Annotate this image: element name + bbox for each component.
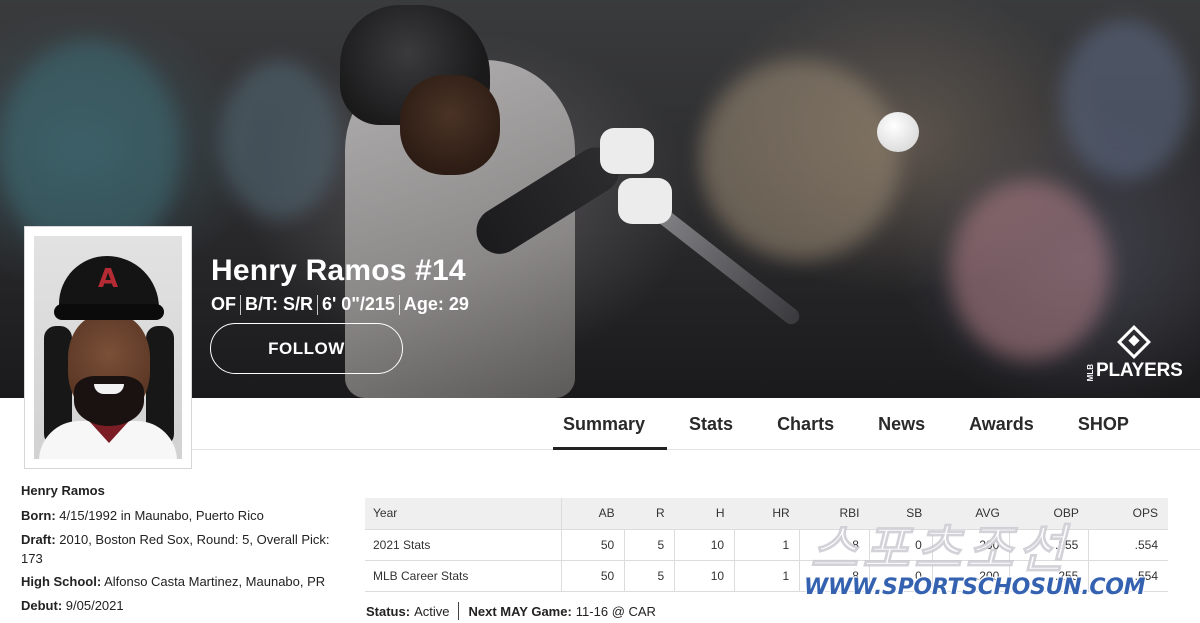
bio-draft-label: Draft:	[21, 531, 56, 547]
player-name: Henry Ramos #14	[211, 254, 466, 287]
crowd-background	[220, 60, 340, 220]
tab-summary[interactable]: Summary	[541, 398, 668, 450]
stats-header-r: R	[624, 498, 675, 530]
meta-divider	[317, 294, 319, 315]
stats-cell: .255	[1009, 560, 1090, 592]
stats-cell: 50	[561, 529, 626, 561]
stats-cell: 50	[561, 560, 626, 592]
stats-table: Year AB R H HR RBI SB AVG OBP OPS 2021 S…	[365, 498, 1168, 592]
player-position: OF	[211, 294, 236, 314]
bio-draft-value: 2010, Boston Red Sox, Round: 5, Overall …	[21, 531, 330, 566]
table-row: 2021 Stats 50 5 10 1 8 0 .200 .255 .554	[365, 529, 1168, 561]
stats-header-sb: SB	[869, 498, 933, 530]
stats-cell: .554	[1088, 560, 1168, 592]
player-bats-throws: B/T: S/R	[245, 294, 314, 314]
player-tabs: Summary Stats Charts News Awards SHOP	[541, 398, 1151, 450]
stats-cell: 0	[869, 529, 933, 561]
crowd-background	[1060, 20, 1190, 180]
stats-cell: 8	[799, 560, 870, 592]
dbacks-logo-icon: A	[97, 264, 119, 294]
stats-cell: .255	[1009, 529, 1090, 561]
crowd-background	[700, 60, 900, 260]
mlb-players-logo[interactable]: MLB PLAYERS	[1086, 325, 1186, 386]
status-divider	[458, 602, 460, 620]
bio-name: Henry Ramos	[21, 483, 105, 498]
bio-debut-label: Debut:	[21, 598, 63, 614]
stats-header-rbi: RBI	[799, 498, 870, 530]
next-game-value[interactable]: 11-16 @ CAR	[576, 604, 656, 619]
bio-draft: Draft: 2010, Boston Red Sox, Round: 5, O…	[21, 531, 351, 569]
tab-shop[interactable]: SHOP	[1056, 398, 1151, 450]
bio-born-label: Born:	[21, 507, 56, 523]
meta-divider	[398, 294, 400, 315]
baseball	[877, 112, 919, 152]
stats-header-ab: AB	[561, 498, 625, 530]
stats-header-obp: OBP	[1009, 498, 1089, 530]
stats-cell-year: 2021 Stats	[365, 529, 562, 561]
batter-face	[400, 75, 500, 175]
tab-charts[interactable]: Charts	[755, 398, 856, 450]
stats-header-avg: AVG	[932, 498, 1010, 530]
bio-debut-value: 9/05/2021	[62, 598, 124, 614]
stats-header-year: Year	[365, 498, 562, 530]
stats-header-ops: OPS	[1088, 498, 1168, 530]
bio-school-label: High School:	[21, 574, 102, 590]
stats-cell: 1	[734, 560, 801, 592]
stats-cell-year: MLB Career Stats	[365, 560, 562, 592]
headshot-cap-brim	[54, 304, 164, 320]
stats-header-hr: HR	[734, 498, 800, 530]
stats-cell: .200	[932, 560, 1011, 592]
stats-cell: 8	[799, 529, 870, 561]
bio-born: Born: 4/15/1992 in Maunabo, Puerto Rico	[21, 507, 351, 526]
player-meta: OF B/T: S/R 6' 0"/215 Age: 29	[211, 294, 469, 315]
player-bio: Henry Ramos Born: 4/15/1992 in Maunabo, …	[21, 482, 351, 621]
tab-awards[interactable]: Awards	[947, 398, 1056, 450]
players-logo-text: PLAYERS	[1096, 360, 1183, 381]
bio-born-value: 4/15/1992 in Maunabo, Puerto Rico	[55, 507, 264, 523]
stats-cell: .200	[932, 529, 1011, 561]
stats-cell: 10	[674, 560, 736, 592]
batting-glove	[600, 128, 654, 174]
player-height-weight: 6' 0"/215	[322, 294, 395, 314]
table-row: MLB Career Stats 50 5 10 1 8 0 .200 .255…	[365, 560, 1168, 592]
player-headshot-card: A	[24, 226, 192, 469]
bio-school-value: Alfonso Casta Martinez, Maunabo, PR	[101, 574, 326, 590]
stats-cell: 0	[869, 560, 933, 592]
status-label: Status:	[366, 603, 411, 619]
stats-cell: .554	[1088, 529, 1168, 561]
next-game-label: Next MAY Game:	[468, 603, 572, 619]
stats-cell: 5	[624, 560, 676, 592]
stats-header-h: H	[674, 498, 735, 530]
player-headshot: A	[34, 236, 182, 459]
stats-header-row: Year AB R H HR RBI SB AVG OBP OPS	[365, 498, 1168, 530]
batting-glove	[618, 178, 672, 224]
bio-debut: Debut: 9/05/2021	[21, 597, 351, 616]
players-logo-icon	[1117, 325, 1151, 359]
status-line: Status: Active Next MAY Game: 11-16 @ CA…	[366, 602, 656, 620]
players-logo-mlb: MLB	[1086, 364, 1095, 382]
player-age: Age: 29	[403, 294, 469, 314]
status-value: Active	[414, 603, 450, 619]
follow-button[interactable]: FOLLOW	[210, 323, 403, 374]
stats-cell: 10	[674, 529, 736, 561]
meta-divider	[240, 294, 241, 315]
tab-news[interactable]: News	[856, 398, 947, 450]
bio-high-school: High School: Alfonso Casta Martinez, Mau…	[21, 573, 351, 592]
tab-stats[interactable]: Stats	[667, 398, 755, 450]
stats-cell: 5	[624, 529, 676, 561]
stats-cell: 1	[734, 529, 801, 561]
